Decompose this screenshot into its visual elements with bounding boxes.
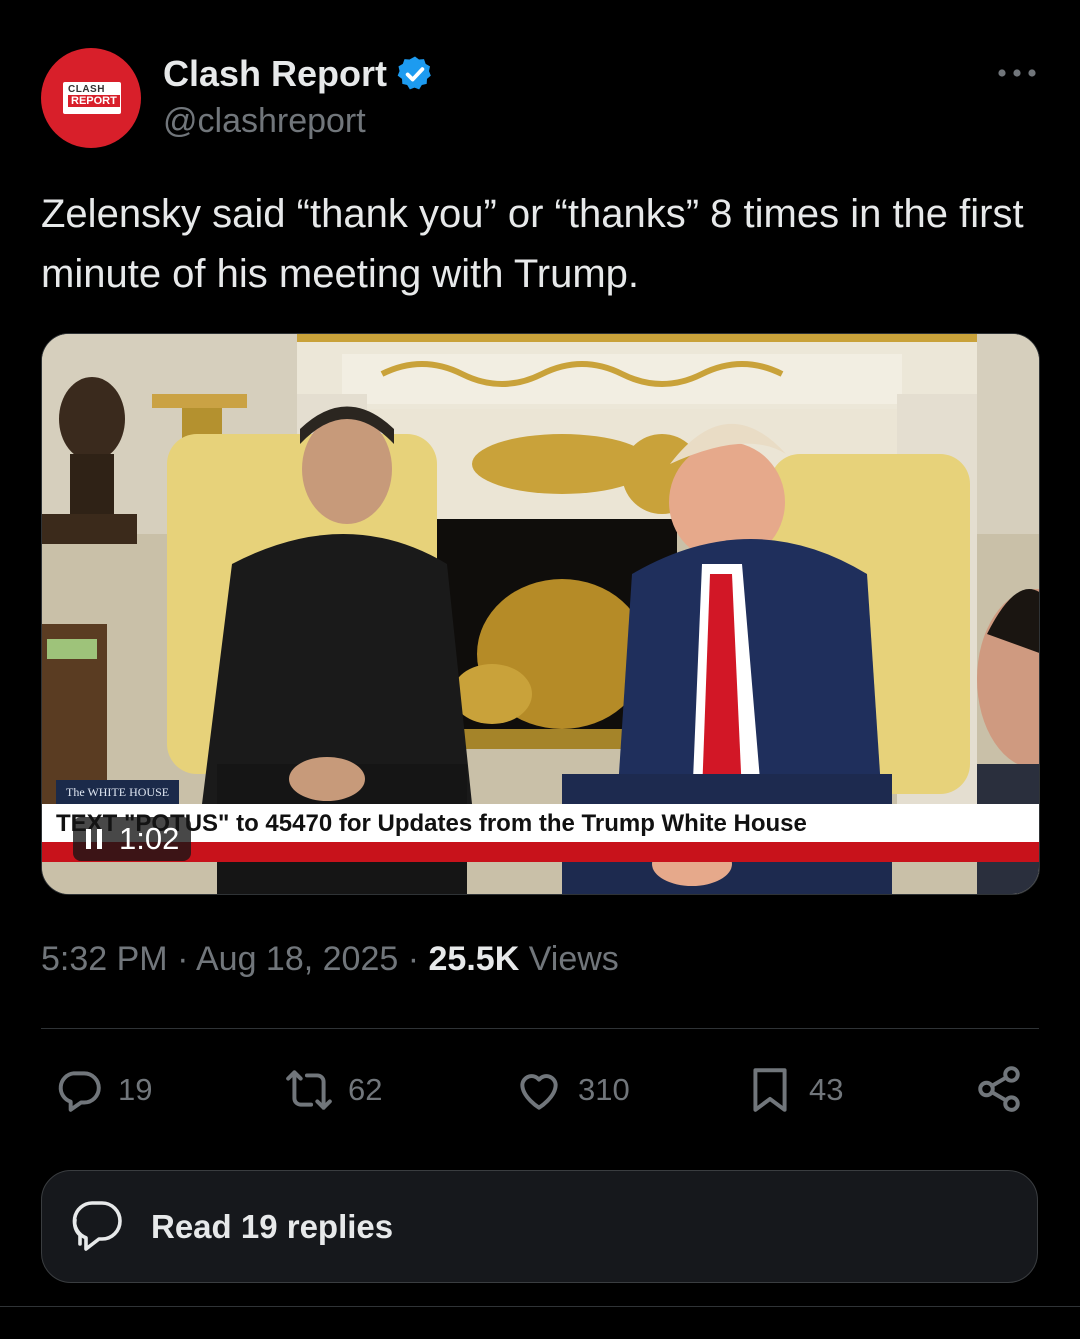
divider xyxy=(41,1028,1039,1029)
bookmark-button[interactable]: 43 xyxy=(745,1064,843,1116)
tweet-date[interactable]: Aug 18, 2025 xyxy=(196,940,398,978)
avatar-logo-text-line2: REPORT xyxy=(68,95,120,107)
like-count: 310 xyxy=(578,1072,630,1107)
views-count: 25.5K xyxy=(428,940,520,978)
video-chyron: TEXT "POTUS" to 45470 for Updates from t… xyxy=(42,804,1039,844)
playback-control[interactable]: 1:02 xyxy=(73,817,192,861)
tweet-text: Zelensky said “thank you” or “thanks” 8 … xyxy=(41,192,1024,296)
replies-bubble-icon xyxy=(72,1200,122,1251)
video-time-display: 1:02 xyxy=(119,821,180,856)
video-player[interactable]: The WHITE HOUSE TEXT "POTUS" to 45470 fo… xyxy=(41,333,1040,895)
tweet-time[interactable]: 5:32 PM xyxy=(41,940,168,978)
reply-count: 19 xyxy=(118,1072,153,1107)
verified-badge-icon xyxy=(397,56,431,90)
bottom-divider xyxy=(0,1306,1080,1307)
repost-button[interactable]: 62 xyxy=(284,1064,382,1116)
white-house-source-label: The WHITE HOUSE xyxy=(56,780,180,804)
repost-icon xyxy=(286,1070,332,1110)
repost-count: 62 xyxy=(348,1072,383,1107)
pause-icon[interactable] xyxy=(85,828,103,850)
author-avatar[interactable]: CLASH REPORT xyxy=(41,48,141,148)
heart-icon xyxy=(520,1074,558,1110)
views-label: Views xyxy=(528,940,619,978)
bookmark-count: 43 xyxy=(809,1072,844,1107)
read-replies-button[interactable]: Read 19 replies xyxy=(41,1170,1038,1283)
reply-icon xyxy=(58,1071,101,1112)
author-name-row: Clash Report xyxy=(163,52,435,96)
meta-separator: · xyxy=(407,940,420,978)
more-options-icon[interactable] xyxy=(995,60,1039,86)
author-handle[interactable]: @clashreport xyxy=(163,102,366,141)
tweet-meta: 5:32 PM · Aug 18, 2025 · 25.5K Views xyxy=(41,940,619,979)
share-icon[interactable] xyxy=(974,1064,1024,1114)
like-button[interactable]: 310 xyxy=(514,1064,630,1116)
bookmark-icon xyxy=(753,1068,787,1112)
chyron-red-bar xyxy=(42,842,1039,862)
author-name[interactable]: Clash Report xyxy=(163,53,387,95)
reply-button[interactable]: 19 xyxy=(54,1064,152,1116)
read-replies-label: Read 19 replies xyxy=(151,1207,394,1245)
meta-separator: · xyxy=(177,940,189,978)
